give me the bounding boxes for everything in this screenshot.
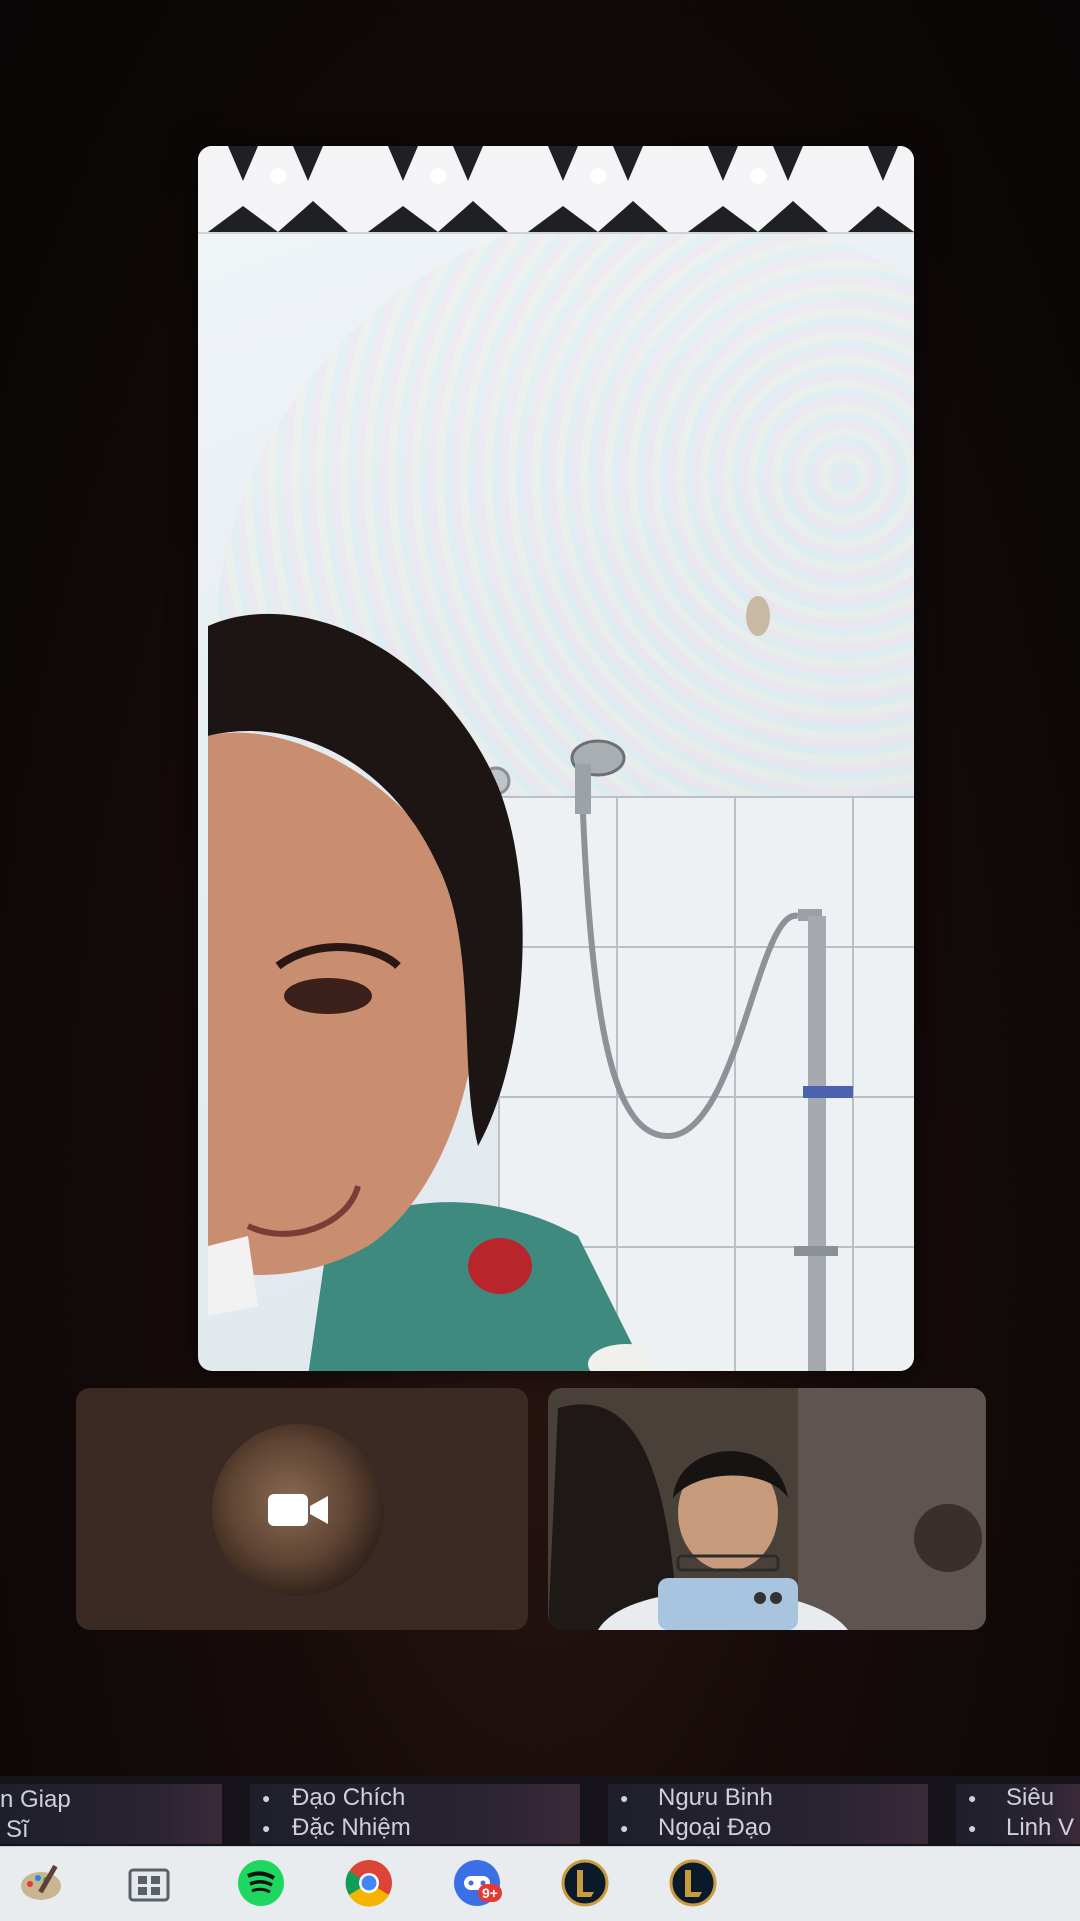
store-icon[interactable] [124, 1858, 174, 1908]
league-icon[interactable] [668, 1858, 718, 1908]
participant-video-tile[interactable] [548, 1388, 986, 1630]
game-launcher-icon[interactable]: 9+ [452, 1858, 502, 1908]
bullet-icon: ● [968, 1790, 977, 1806]
self-view-tile[interactable] [76, 1388, 528, 1630]
tile-sublabel: Ngoại Đạo [658, 1814, 772, 1841]
list-item[interactable]: ● Đạo Chích ● Đặc Nhiệm [250, 1784, 580, 1844]
avatar [212, 1424, 384, 1596]
league-icon[interactable] [560, 1858, 610, 1908]
tile-label: n Giap [0, 1786, 71, 1813]
spotify-icon[interactable] [236, 1858, 286, 1908]
video-camera-icon [268, 1494, 328, 1526]
tile-sublabel: Đặc Nhiệm [292, 1814, 411, 1841]
bullet-icon: ● [620, 1820, 629, 1836]
tile-label: Siêu [1006, 1784, 1055, 1811]
bullet-icon: ● [968, 1820, 977, 1836]
chrome-icon[interactable] [344, 1858, 394, 1908]
main-video-feed[interactable] [198, 146, 914, 1371]
tile-sublabel: Linh V [1006, 1814, 1075, 1841]
participant-person [548, 1388, 986, 1630]
paint-icon[interactable] [16, 1858, 66, 1908]
tile-sublabel: Sĩ [6, 1816, 29, 1843]
list-item[interactable]: n Giap Sĩ [0, 1784, 222, 1844]
notification-badge: 9+ [478, 1884, 502, 1902]
caller-person [208, 613, 648, 1371]
list-item[interactable]: ● Ngưu Binh ● Ngoại Đạo [608, 1784, 928, 1844]
bullet-icon: ● [262, 1820, 271, 1836]
bullet-icon: ● [620, 1790, 629, 1806]
bullet-icon: ● [262, 1790, 271, 1806]
tile-label: Đạo Chích [292, 1784, 406, 1811]
tile-label: Ngưu Binh [658, 1784, 773, 1811]
list-item[interactable]: ● Siêu ● Linh V [956, 1784, 1080, 1844]
